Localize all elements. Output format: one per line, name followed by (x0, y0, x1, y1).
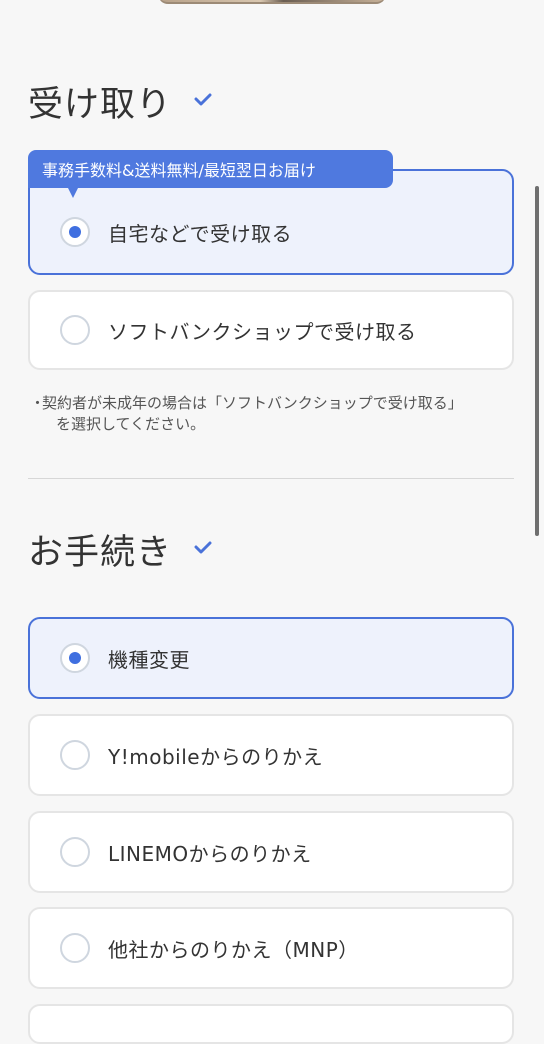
radio-button[interactable] (60, 837, 90, 867)
section-title-text: 受け取り (28, 85, 173, 125)
option-receive-shop[interactable]: ソフトバンクショップで受け取る (28, 290, 514, 370)
check-icon (194, 541, 212, 553)
option-label: 機種変更 (108, 647, 190, 672)
option-switch-linemo[interactable]: LINEMOからのりかえ (28, 811, 514, 893)
option-label: Y!mobileからのりかえ (108, 744, 324, 769)
section-title-procedure: お手続き (28, 524, 212, 575)
option-switch-ymobile[interactable]: Y!mobileからのりかえ (28, 714, 514, 796)
free-shipping-badge: 事務手数料&送料無料/最短翌日お届け (28, 150, 393, 188)
option-label: ソフトバンクショップで受け取る (108, 319, 417, 344)
option-model-change[interactable]: 機種変更 (28, 617, 514, 699)
check-icon (194, 93, 212, 105)
radio-button[interactable] (60, 643, 90, 673)
note-line-2: を選択してください。 (56, 415, 206, 433)
option-label: 他社からのりかえ（MNP） (108, 937, 359, 962)
note-line-1: 契約者が未成年の場合は「ソフトバンクショップで受け取る」 (42, 394, 463, 412)
radio-button[interactable] (60, 933, 90, 963)
radio-button[interactable] (60, 740, 90, 770)
section-title-receive: 受け取り (28, 76, 212, 127)
section-title-text: お手続き (28, 533, 173, 573)
radio-button[interactable] (60, 315, 90, 345)
scrollbar[interactable] (535, 186, 539, 536)
option-partial-next[interactable] (28, 1004, 514, 1044)
option-label: 自宅などで受け取る (108, 221, 293, 246)
option-switch-mnp[interactable]: 他社からのりかえ（MNP） (28, 907, 514, 989)
note-bullet: ・ (30, 394, 46, 412)
badge-tail (67, 186, 79, 198)
option-label: LINEMOからのりかえ (108, 841, 312, 866)
minor-contract-note: ・契約者が未成年の場合は「ソフトバンクショップで受け取る」 を選択してください。 (30, 393, 510, 435)
product-image (158, 0, 386, 4)
radio-button[interactable] (60, 217, 90, 247)
section-divider (28, 478, 514, 479)
